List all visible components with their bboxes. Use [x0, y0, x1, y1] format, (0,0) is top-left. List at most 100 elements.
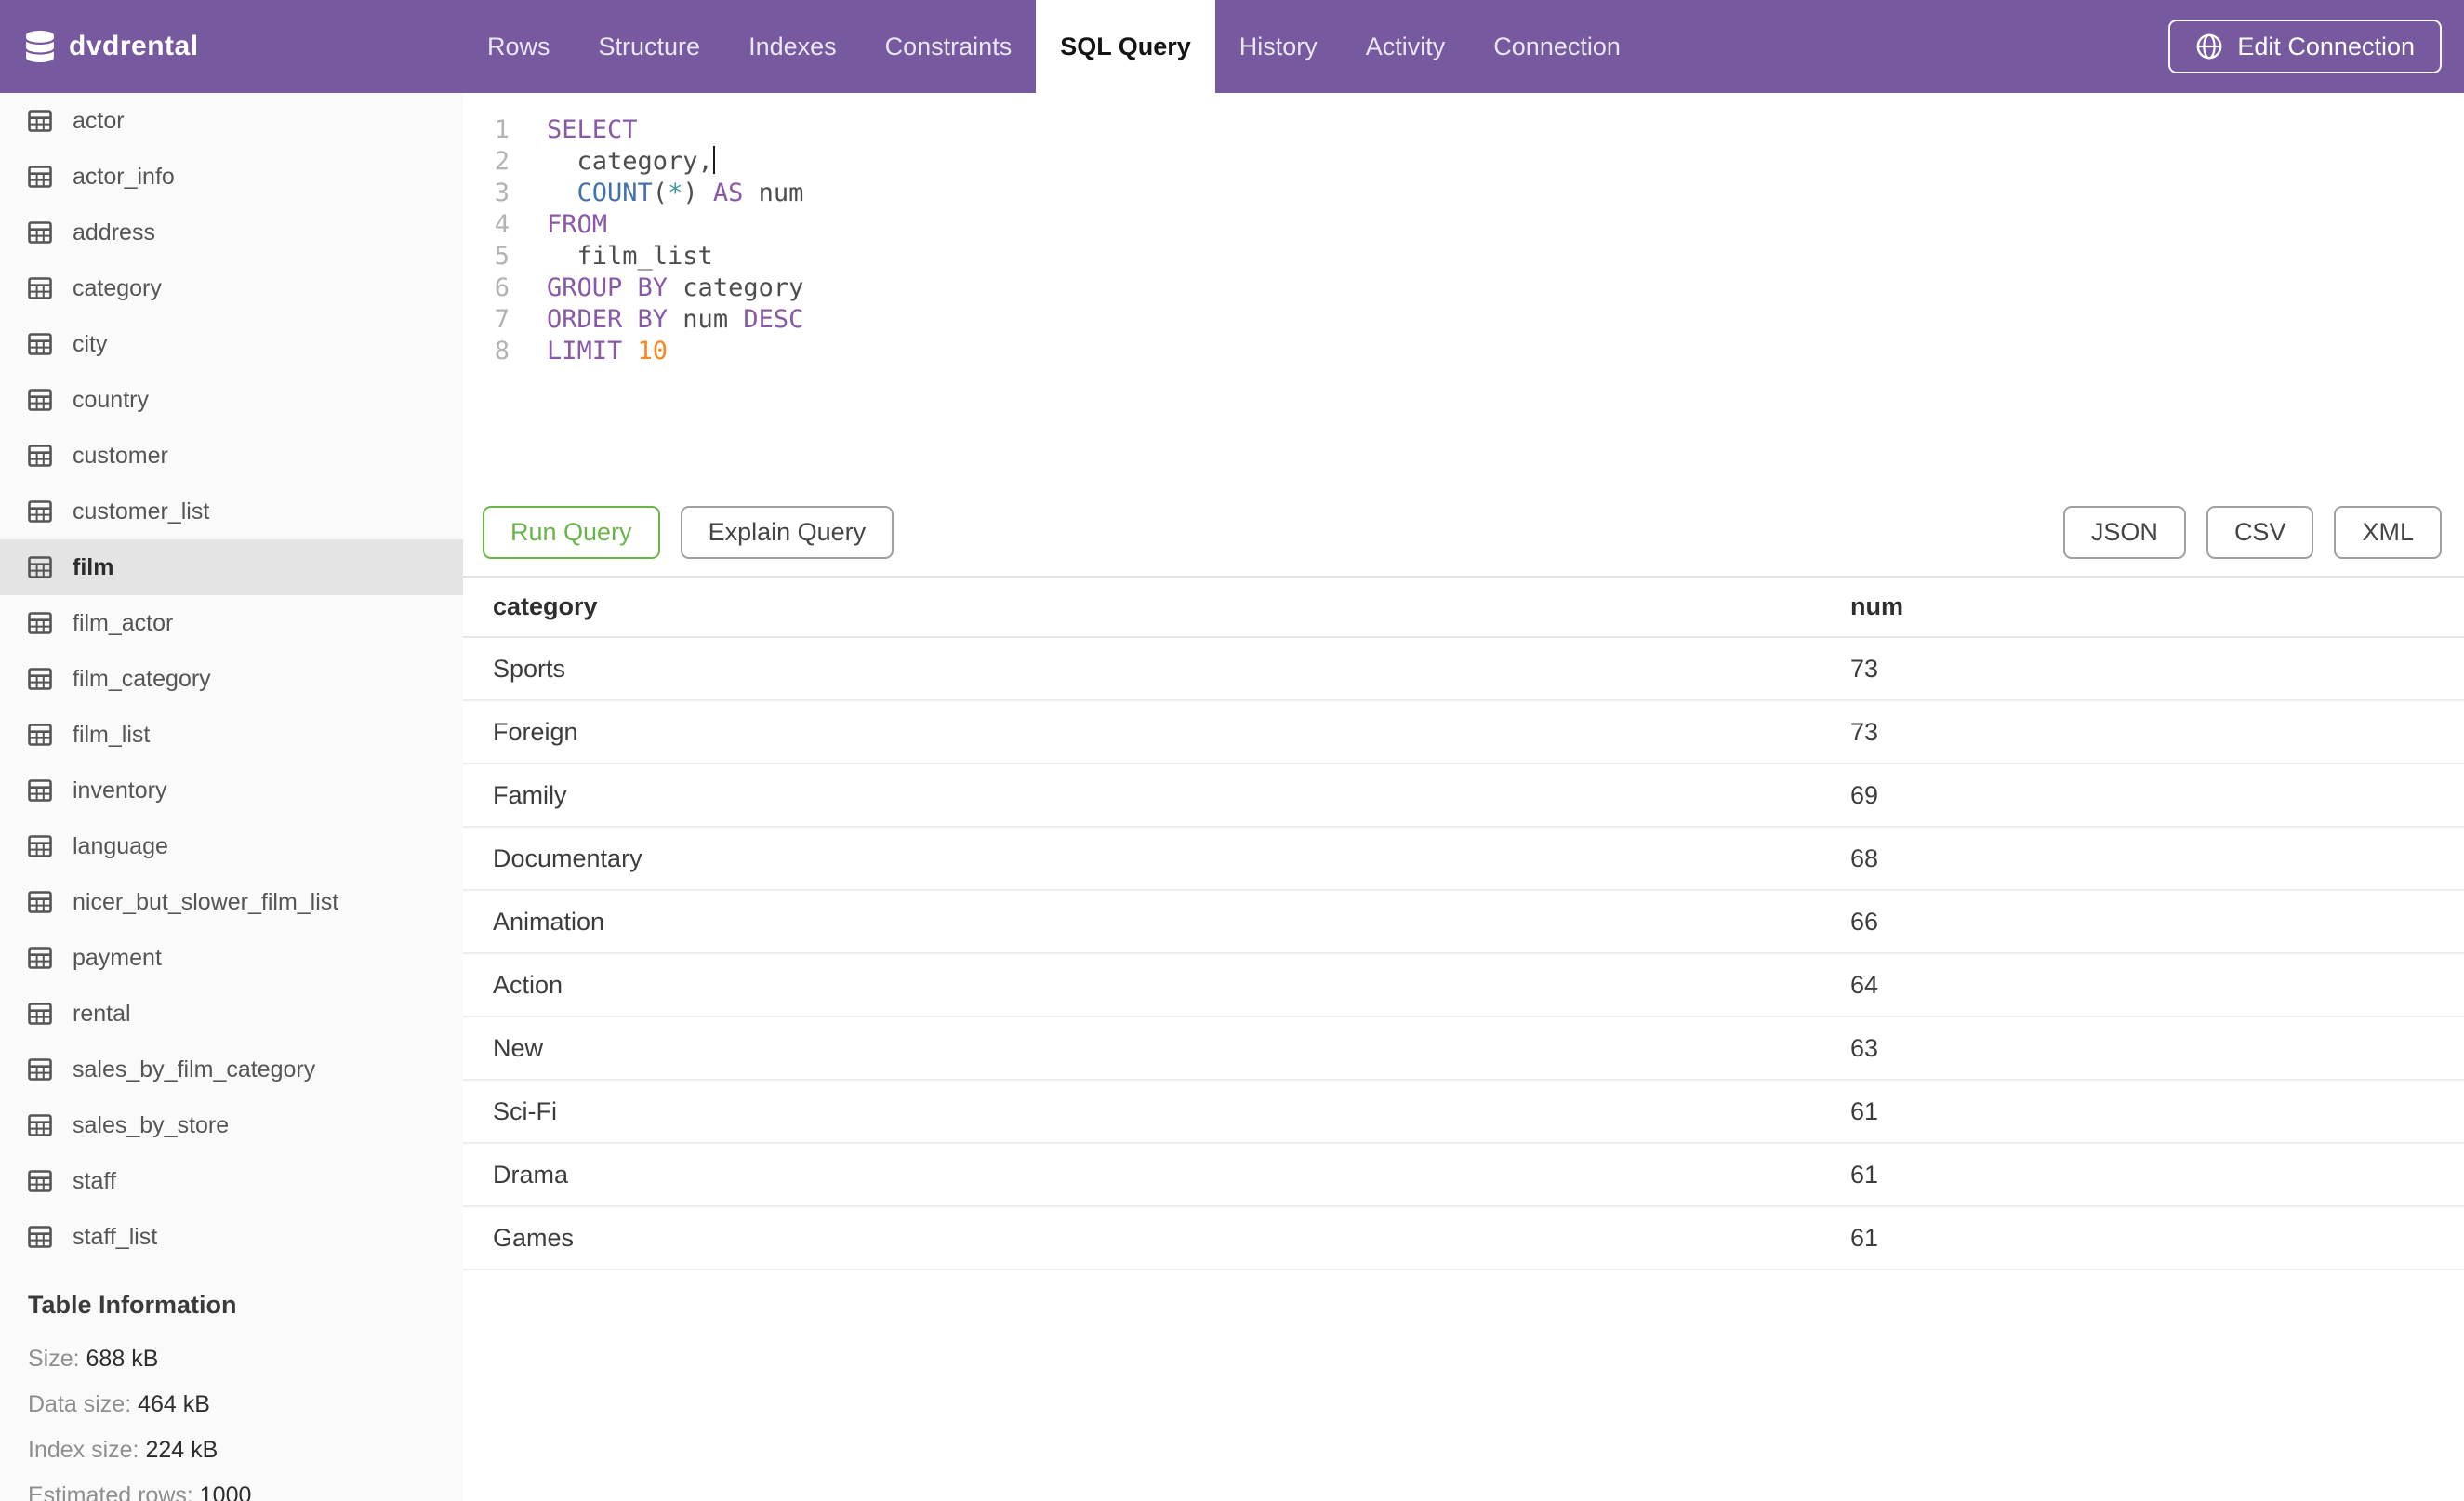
tab-history[interactable]: History [1215, 0, 1342, 93]
table-icon [28, 166, 52, 188]
table-name-label: rental [73, 1000, 131, 1027]
sidebar-item-payment[interactable]: payment [0, 930, 463, 986]
result-row-action: Action 64 [463, 953, 2464, 1017]
code-line-3: 3 COUNT(*) AS num [463, 178, 2464, 209]
table-information-panel: Table Information Size: 688 kB Data size:… [0, 1265, 463, 1501]
table-icon [28, 835, 52, 857]
tab-activity[interactable]: Activity [1342, 0, 1470, 93]
text-cursor [712, 146, 715, 174]
sidebar-item-inventory[interactable]: inventory [0, 763, 463, 818]
result-row-documentary: Documentary 68 [463, 827, 2464, 891]
table-icon [28, 1058, 52, 1081]
table-name-label: sales_by_store [73, 1111, 230, 1138]
sidebar-item-film[interactable]: film [0, 539, 463, 595]
result-row-animation: Animation 66 [463, 890, 2464, 954]
table-icon [28, 724, 52, 746]
table-name-label: film [73, 553, 114, 580]
cell-num: 61 [1850, 1143, 2464, 1207]
sidebar-item-film-list[interactable]: film_list [0, 707, 463, 763]
sidebar-item-film-actor[interactable]: film_actor [0, 595, 463, 651]
table-name-label: city [73, 330, 108, 357]
sidebar-item-customer-list[interactable]: customer_list [0, 484, 463, 539]
result-row-family: Family 69 [463, 764, 2464, 828]
table-icon [28, 1170, 52, 1192]
explain-query-button[interactable]: Explain Query [680, 506, 894, 559]
tab-structure[interactable]: Structure [575, 0, 725, 93]
table-icon [28, 1114, 52, 1136]
table-name-label: payment [73, 944, 162, 971]
sidebar: actor actor_info address category city countr… [0, 93, 463, 1501]
top-navbar: dvdrental Rows Structure Indexes Constraint… [0, 0, 2464, 93]
sidebar-item-country[interactable]: country [0, 372, 463, 428]
table-name-label: inventory [73, 777, 167, 804]
tab-sql-query[interactable]: SQL Query [1036, 0, 1215, 93]
cell-num: 69 [1850, 764, 2464, 828]
table-icon [28, 333, 52, 355]
edit-connection-button[interactable]: Edit Connection [2168, 20, 2442, 73]
database-brand: dvdrental [26, 0, 199, 93]
info-index-size: Index size: 224 kB [28, 1437, 219, 1463]
sidebar-item-nicer-but-slower-film-list[interactable]: nicer_but_slower_film_list [0, 874, 463, 930]
edit-connection-label: Edit Connection [2237, 32, 2415, 60]
tab-indexes[interactable]: Indexes [724, 0, 861, 93]
sidebar-item-staff[interactable]: staff [0, 1153, 463, 1209]
table-icon [28, 668, 52, 690]
sidebar-item-staff-list[interactable]: staff_list [0, 1209, 463, 1265]
tab-rows[interactable]: Rows [463, 0, 575, 93]
tab-constraints[interactable]: Constraints [861, 0, 1037, 93]
sidebar-item-category[interactable]: category [0, 260, 463, 316]
result-row-games: Games 61 [463, 1206, 2464, 1270]
cell-category: Sci-Fi [463, 1080, 1850, 1144]
table-name-label: staff [73, 1167, 116, 1194]
cell-num: 66 [1850, 890, 2464, 954]
table-name-label: category [73, 274, 162, 301]
app-window: dvdrental Rows Structure Indexes Constraint… [0, 0, 2464, 1501]
sidebar-item-sales-by-store[interactable]: sales_by_store [0, 1097, 463, 1153]
cell-num: 61 [1850, 1206, 2464, 1270]
sidebar-item-language[interactable]: language [0, 818, 463, 874]
cell-category: Foreign [463, 700, 1850, 764]
sidebar-item-rental[interactable]: rental [0, 986, 463, 1042]
sidebar-item-city[interactable]: city [0, 316, 463, 372]
table-icon [28, 947, 52, 969]
sidebar-item-film-category[interactable]: film_category [0, 651, 463, 707]
table-name-label: film_actor [73, 609, 174, 636]
export-csv-button[interactable]: CSV [2206, 506, 2314, 559]
results-header-row: category num [463, 578, 2464, 638]
sidebar-item-customer[interactable]: customer [0, 428, 463, 484]
sql-editor[interactable]: 1 SELECT 2 category, 3 COUNT(*) AS num 4 FROM… [463, 93, 2464, 495]
table-icon [28, 277, 52, 299]
table-name-label: film_list [73, 721, 151, 748]
export-json-button[interactable]: JSON [2062, 506, 2186, 559]
table-name-label: staff_list [73, 1223, 158, 1250]
brand-label: dvdrental [69, 31, 199, 61]
sidebar-item-sales-by-film-category[interactable]: sales_by_film_category [0, 1042, 463, 1097]
table-information-rows: Size: 688 kB Data size: 464 kB Index size:… [28, 1336, 435, 1501]
sidebar-item-actor-info[interactable]: actor_info [0, 149, 463, 205]
results-table: category num Sports 73 Foreign 73 Family 69 Do… [463, 578, 2464, 1270]
cell-num: 73 [1850, 637, 2464, 701]
table-icon [28, 891, 52, 913]
table-icon [28, 1226, 52, 1248]
column-header-category: category [463, 578, 1850, 638]
code-line-2: 2 category, [463, 146, 2464, 178]
code-line-4: 4 FROM [463, 209, 2464, 241]
table-icon [28, 1003, 52, 1025]
cell-num: 73 [1850, 700, 2464, 764]
results-body: Sports 73 Foreign 73 Family 69 Documentary 68 An… [463, 637, 2464, 1270]
sidebar-item-actor[interactable]: actor [0, 93, 463, 149]
cell-category: New [463, 1016, 1850, 1081]
table-name-label: customer_list [73, 498, 210, 525]
table-icon [28, 445, 52, 467]
export-xml-button[interactable]: XML [2334, 506, 2442, 559]
run-query-button[interactable]: Run Query [483, 506, 660, 559]
cell-category: Games [463, 1206, 1850, 1270]
sidebar-item-address[interactable]: address [0, 205, 463, 260]
cell-category: Action [463, 953, 1850, 1017]
code-line-1: 1 SELECT [463, 114, 2464, 146]
table-icon [28, 612, 52, 634]
table-name-label: film_category [73, 665, 211, 692]
tab-connection[interactable]: Connection [1469, 0, 1645, 93]
info-estimated-rows: Estimated rows: 1000 [28, 1482, 252, 1501]
column-header-num: num [1850, 578, 2464, 638]
